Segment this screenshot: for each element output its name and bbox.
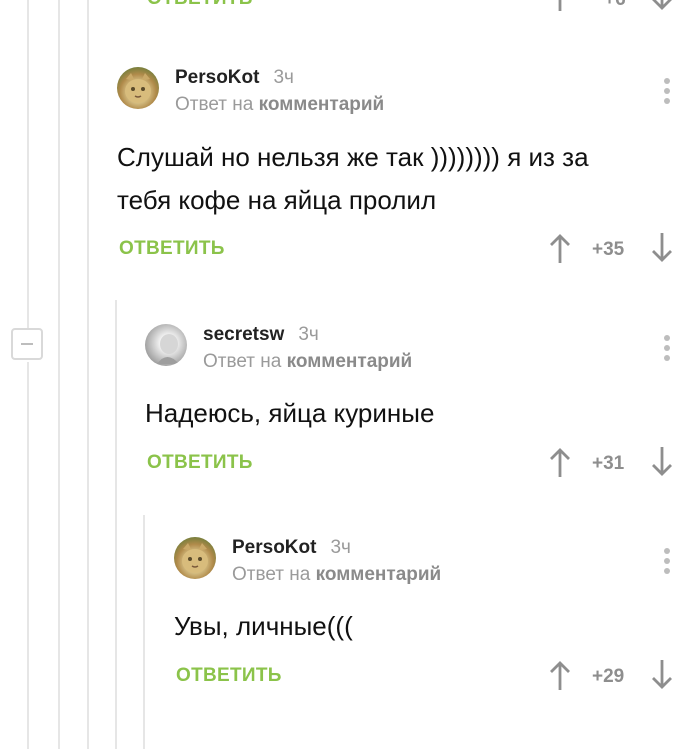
reply-prefix: Ответ на (175, 94, 254, 115)
comment-text: Слушай но нельзя же так )))))))) я из за… (117, 136, 589, 222)
comment: PersoKot 3ч Ответ на комментарий Увы, лич… (174, 537, 700, 697)
avatar[interactable] (174, 537, 216, 579)
reply-prefix: Ответ на (203, 351, 282, 372)
avatar[interactable] (145, 324, 187, 366)
avatar[interactable] (117, 67, 159, 109)
comment-author[interactable]: secretsw 3ч (203, 324, 319, 346)
comment-text-line: Слушай но нельзя же так )))))))) я из за (117, 142, 589, 172)
thread-line (27, 362, 29, 749)
arrow-down-icon[interactable] (651, 446, 673, 476)
comment-text-line: Увы, личные((( (174, 611, 353, 641)
reply-target-link[interactable]: комментарий (287, 351, 413, 372)
reply-button[interactable]: ОТВЕТИТЬ (147, 0, 253, 10)
comment-text-line: Надеюсь, яйца куриные (145, 398, 435, 428)
reply-info: Ответ на комментарий (175, 94, 384, 116)
comment-text: Увы, личные((( (174, 605, 353, 648)
reply-button[interactable]: ОТВЕТИТЬ (147, 452, 253, 474)
reply-button[interactable]: ОТВЕТИТЬ (176, 665, 282, 687)
comment: secretsw 3ч Ответ на комментарий Надеюсь,… (145, 324, 700, 484)
reply-info: Ответ на комментарий (203, 351, 412, 373)
cat-avatar-icon (182, 543, 208, 573)
score-value: +31 (592, 453, 625, 474)
comment-text-line: тебя кофе на яйца пролил (117, 185, 437, 215)
arrow-up-icon[interactable] (549, 234, 571, 264)
thread-line (87, 0, 89, 749)
score-value: +35 (592, 239, 625, 260)
thread-line (143, 515, 145, 749)
more-vertical-icon[interactable] (664, 548, 670, 578)
comment-author[interactable]: PersoKot 3ч (175, 67, 294, 89)
score-value: +29 (592, 666, 625, 687)
arrow-up-icon[interactable] (549, 448, 571, 478)
comment-author[interactable]: PersoKot 3ч (232, 537, 351, 559)
minus-icon (21, 343, 33, 345)
reply-info: Ответ на комментарий (232, 564, 441, 586)
comment-time: 3ч (273, 67, 294, 88)
comment: PersoKot 3ч Ответ на комментарий Слушай н… (117, 67, 700, 267)
thread-line (58, 0, 60, 749)
previous-comment-footer: ОТВЕТИТЬ +6 (0, 0, 700, 14)
collapse-thread-button[interactable] (11, 328, 43, 360)
gray-avatar-icon (157, 334, 179, 364)
author-name[interactable]: PersoKot (232, 537, 316, 558)
more-vertical-icon[interactable] (664, 335, 670, 365)
arrow-down-icon[interactable] (651, 0, 673, 10)
comment-time: 3ч (298, 324, 319, 345)
cat-avatar-icon (125, 73, 151, 103)
reply-prefix: Ответ на (232, 564, 311, 585)
score-value: +6 (604, 0, 626, 11)
reply-target-link[interactable]: комментарий (259, 94, 385, 115)
comment-text: Надеюсь, яйца куриные (145, 392, 434, 435)
author-name[interactable]: secretsw (203, 324, 284, 345)
thread-line (27, 0, 29, 328)
thread-line (115, 300, 117, 749)
reply-target-link[interactable]: комментарий (316, 564, 442, 585)
author-name[interactable]: PersoKot (175, 67, 259, 88)
arrow-down-icon[interactable] (651, 232, 673, 262)
comment-time: 3ч (330, 537, 351, 558)
more-vertical-icon[interactable] (664, 78, 670, 108)
arrow-up-icon[interactable] (549, 661, 571, 691)
arrow-up-icon[interactable] (549, 0, 571, 12)
arrow-down-icon[interactable] (651, 659, 673, 689)
reply-button[interactable]: ОТВЕТИТЬ (119, 238, 225, 260)
